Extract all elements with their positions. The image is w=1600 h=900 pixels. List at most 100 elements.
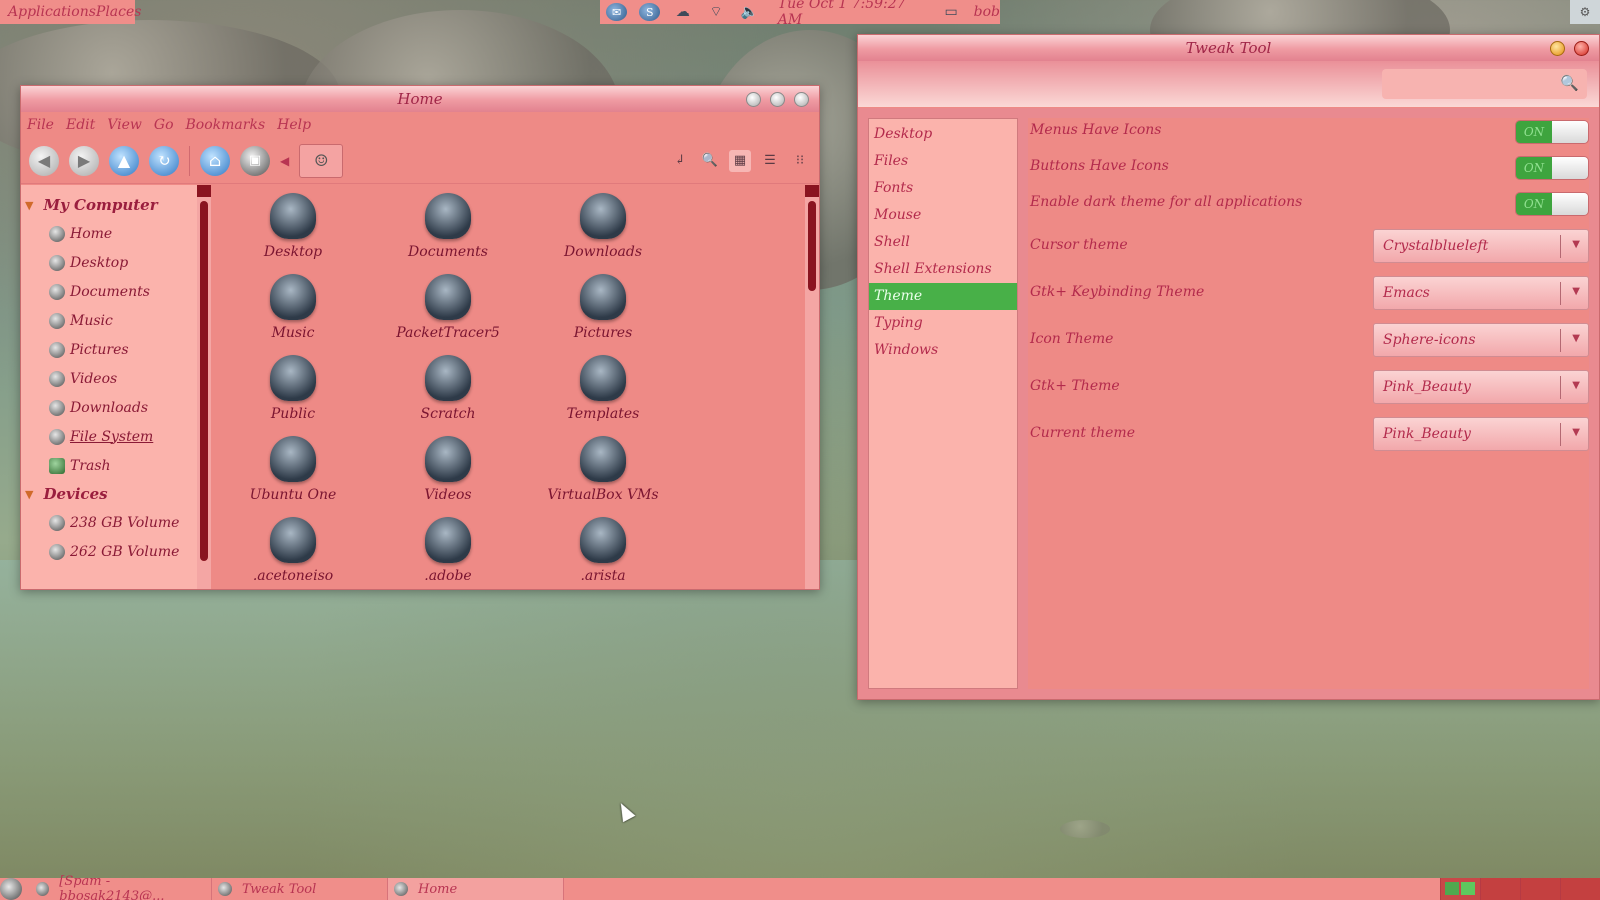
clock[interactable]: Tue Oct 1 7:59:27 AM xyxy=(778,0,929,28)
search-input[interactable]: 🔍 xyxy=(1382,69,1587,99)
category-shell[interactable]: Shell xyxy=(869,229,1017,256)
file-item-pictures[interactable]: Pictures xyxy=(528,274,678,341)
current-theme-dropdown[interactable]: Pink_Beauty ▼ xyxy=(1373,417,1589,451)
sidebar-item-downloads[interactable]: Downloads xyxy=(21,393,197,422)
skype-icon[interactable]: S xyxy=(639,3,661,21)
applications-places-menu[interactable]: ApplicationsPlaces xyxy=(0,0,141,24)
expand-triangle-icon[interactable]: ▼ xyxy=(25,199,33,212)
location-toggle-icon[interactable]: ↲ xyxy=(669,150,691,172)
show-desktop-icon[interactable] xyxy=(0,878,22,900)
computer-button[interactable]: ▣ xyxy=(240,145,270,176)
forward-button[interactable]: ▶ xyxy=(69,145,99,176)
file-item-acetoneiso[interactable]: .acetoneiso xyxy=(218,517,368,584)
up-button[interactable]: ▲ xyxy=(109,145,139,176)
sidebar-item-documents[interactable]: Documents xyxy=(21,277,197,306)
file-item-music[interactable]: Music xyxy=(218,274,368,341)
files-scrollbar[interactable] xyxy=(805,185,819,589)
category-mouse[interactable]: Mouse xyxy=(869,202,1017,229)
file-item-videos[interactable]: Videos xyxy=(373,436,523,503)
menus-have-icons-switch[interactable]: ON xyxy=(1515,120,1589,144)
file-item-arista[interactable]: .arista xyxy=(528,517,678,584)
sidebar-item-pictures[interactable]: Pictures xyxy=(21,335,197,364)
close-button[interactable] xyxy=(1574,41,1589,56)
menu-view[interactable]: View xyxy=(107,117,142,133)
folder-icon xyxy=(425,274,471,320)
buttons-have-icons-switch[interactable]: ON xyxy=(1515,156,1589,180)
files-scrollbar-thumb[interactable] xyxy=(808,201,816,291)
cursor-theme-dropdown[interactable]: Crystalblueleft ▼ xyxy=(1373,229,1589,263)
sidebar-item-videos[interactable]: Videos xyxy=(21,364,197,393)
file-item-ubuntu-one[interactable]: Ubuntu One xyxy=(218,436,368,503)
file-item-public[interactable]: Public xyxy=(218,355,368,422)
file-item-adobe[interactable]: .adobe xyxy=(373,517,523,584)
sidebar-item-trash[interactable]: Trash xyxy=(21,451,197,480)
minimize-button[interactable] xyxy=(746,92,761,107)
thunderbird-icon[interactable]: ✉ xyxy=(606,3,628,21)
back-button[interactable]: ◀ xyxy=(29,145,59,176)
maximize-button[interactable] xyxy=(770,92,785,107)
home-titlebar[interactable]: Home xyxy=(21,86,819,112)
dark-theme-switch[interactable]: ON xyxy=(1515,192,1589,216)
category-desktop[interactable]: Desktop xyxy=(869,121,1017,148)
list-view-icon[interactable]: ☰ xyxy=(759,150,781,172)
home-button[interactable]: ⌂ xyxy=(200,145,230,176)
minimize-button[interactable] xyxy=(1550,41,1565,56)
workspace-3[interactable] xyxy=(1520,878,1560,900)
sidebar-item-volume-262[interactable]: 262 GB Volume xyxy=(21,537,197,566)
category-shell-extensions[interactable]: Shell Extensions xyxy=(869,256,1017,283)
sidebar-scrollbar[interactable] xyxy=(197,185,211,589)
menu-file[interactable]: File xyxy=(27,117,54,133)
sidebar-item-music[interactable]: Music xyxy=(21,306,197,335)
file-item-templates[interactable]: Templates xyxy=(528,355,678,422)
sidebar-section-devices[interactable]: ▼ Devices xyxy=(21,480,197,508)
task-thunderbird[interactable]: [Spam - bbosak2143@... xyxy=(30,874,212,900)
monitor-icon[interactable]: ▭ xyxy=(940,3,961,21)
compact-view-icon[interactable]: ⁝⁝ xyxy=(789,150,811,172)
sidebar-item-volume-238[interactable]: 238 GB Volume xyxy=(21,508,197,537)
workspace-4[interactable] xyxy=(1560,878,1600,900)
menu-bookmarks[interactable]: Bookmarks xyxy=(186,117,266,133)
search-icon[interactable]: 🔍 xyxy=(699,150,721,172)
sidebar-item-home[interactable]: Home xyxy=(21,219,197,248)
user-menu[interactable]: bob xyxy=(974,4,1000,20)
workspace-1[interactable] xyxy=(1440,878,1480,900)
keybinding-theme-dropdown[interactable]: Emacs ▼ xyxy=(1373,276,1589,310)
file-item-downloads[interactable]: Downloads xyxy=(528,193,678,260)
file-item-virtualbox-vms[interactable]: VirtualBox VMs xyxy=(528,436,678,503)
category-theme[interactable]: Theme xyxy=(869,283,1017,310)
tweak-titlebar[interactable]: Tweak Tool xyxy=(858,35,1599,61)
sidebar-item-file-system[interactable]: File System xyxy=(21,422,197,451)
sidebar-section-my-computer[interactable]: ▼ My Computer xyxy=(21,191,197,219)
notification-icon[interactable]: ⚙ xyxy=(1570,0,1600,24)
sidebar-scrollbar-thumb[interactable] xyxy=(200,201,208,561)
gtk-theme-dropdown[interactable]: Pink_Beauty ▼ xyxy=(1373,370,1589,404)
cloud-icon[interactable]: ☁ xyxy=(672,3,693,21)
file-item-packettracer5[interactable]: PacketTracer5 xyxy=(373,274,523,341)
menu-help[interactable]: Help xyxy=(277,117,311,133)
volume-icon[interactable]: 🔈 xyxy=(739,3,760,21)
category-files[interactable]: Files xyxy=(869,148,1017,175)
breadcrumb-home-icon[interactable]: ☺ xyxy=(299,143,344,178)
pictures-folder-icon xyxy=(580,274,626,320)
icon-theme-dropdown[interactable]: Sphere-icons ▼ xyxy=(1373,323,1589,357)
close-button[interactable] xyxy=(794,92,809,107)
task-tweak-tool[interactable]: Tweak Tool xyxy=(212,878,388,900)
expand-triangle-icon[interactable]: ▼ xyxy=(25,488,33,501)
task-home[interactable]: Home xyxy=(388,878,564,900)
menu-go[interactable]: Go xyxy=(154,117,174,133)
file-item-scratch[interactable]: Scratch xyxy=(373,355,523,422)
wifi-icon[interactable]: ⌔ xyxy=(705,3,726,21)
file-item-documents[interactable]: Documents xyxy=(373,193,523,260)
drive-icon xyxy=(49,514,65,531)
category-fonts[interactable]: Fonts xyxy=(869,175,1017,202)
reload-button[interactable]: ↻ xyxy=(149,145,179,176)
menu-edit[interactable]: Edit xyxy=(66,117,95,133)
workspace-2[interactable] xyxy=(1480,878,1520,900)
sidebar-item-desktop[interactable]: Desktop xyxy=(21,248,197,277)
breadcrumb-left-arrow[interactable]: ◀ xyxy=(280,154,289,168)
dropdown-arrow-icon: ▼ xyxy=(1572,333,1580,344)
category-windows[interactable]: Windows xyxy=(869,337,1017,364)
icon-view-icon[interactable]: ▦ xyxy=(729,149,751,172)
category-typing[interactable]: Typing xyxy=(869,310,1017,337)
file-item-desktop[interactable]: Desktop xyxy=(218,193,368,260)
